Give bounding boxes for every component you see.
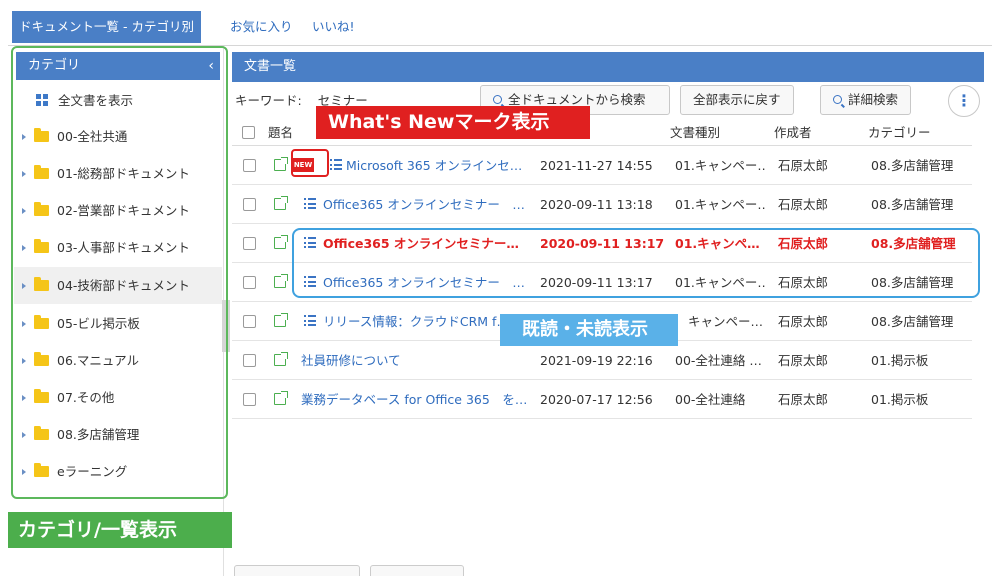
read-unread-highlight-box <box>292 228 980 298</box>
row-checkbox[interactable] <box>243 198 256 211</box>
category-cell: 01.掲示板 <box>871 392 929 407</box>
open-external-icon[interactable] <box>274 391 288 405</box>
tab-document-list-by-category[interactable]: ドキュメント一覧 - カテゴリ別 <box>12 11 201 43</box>
open-external-icon[interactable] <box>274 313 288 327</box>
author-cell: 石原太郎 <box>778 392 829 407</box>
date-cell: 2020-07-17 12:56 <box>540 392 653 407</box>
whats-new-annotation: What's Newマーク表示 <box>316 106 590 139</box>
column-category[interactable]: カテゴリー <box>868 120 931 146</box>
reset-view-label: 全部表示に戻す <box>693 92 781 107</box>
category-cell: 08.多店舗管理 <box>871 314 954 329</box>
type-cell: 00-全社連絡 … <box>675 353 762 368</box>
author-cell: 石原太郎 <box>778 197 829 212</box>
reset-view-button[interactable]: 全部表示に戻す <box>680 85 794 115</box>
tab-likes[interactable]: いいね! <box>306 11 361 43</box>
open-external-icon[interactable] <box>274 352 288 366</box>
search-icon <box>493 95 502 104</box>
table-row[interactable]: 社員研修について 2021-09-19 22:16 00-全社連絡 … 石原太郎… <box>232 341 972 380</box>
document-title-link[interactable]: Microsoft 365 オンラインセ… <box>346 146 528 185</box>
type-cell: 00-全社連絡 <box>675 392 746 407</box>
author-cell: 石原太郎 <box>778 158 829 173</box>
column-document-type[interactable]: 文書種別 <box>670 120 720 146</box>
table-row[interactable]: NEW Microsoft 365 オンラインセ… 2021-11-27 14:… <box>232 146 972 185</box>
row-checkbox[interactable] <box>243 276 256 289</box>
category-list-annotation: カテゴリ/一覧表示 <box>8 512 232 548</box>
list-icon <box>304 315 316 326</box>
document-title-link[interactable]: Office365 オンラインセミナー … <box>323 185 529 224</box>
row-checkbox[interactable] <box>243 237 256 250</box>
search-icon <box>833 95 842 104</box>
top-tab-bar: ドキュメント一覧 - カテゴリ別 お気に入り いいね! <box>8 8 992 46</box>
category-cell: 08.多店舗管理 <box>871 158 954 173</box>
list-icon <box>330 159 342 170</box>
keyword-label: キーワード: <box>235 93 302 108</box>
pagination-button[interactable] <box>234 565 360 576</box>
category-list-highlight-box <box>11 46 228 499</box>
search-all-label: 全ドキュメントから検索 <box>508 92 646 107</box>
date-cell: 2021-09-19 22:16 <box>540 353 653 368</box>
date-cell: 2021-11-27 14:55 <box>540 158 653 173</box>
new-badge-highlight-box <box>291 149 329 177</box>
column-title[interactable]: 題名 <box>268 120 293 146</box>
document-title-link[interactable]: 業務データベース for Office 365 を… <box>301 380 529 419</box>
row-checkbox[interactable] <box>243 393 256 406</box>
row-checkbox[interactable] <box>243 159 256 172</box>
advanced-search-button[interactable]: 詳細検索 <box>820 85 912 115</box>
open-external-icon[interactable] <box>274 235 288 249</box>
page: ドキュメント一覧 - カテゴリ別 お気に入り いいね! カテゴリ ‹ 全文書を表… <box>0 0 1000 576</box>
author-cell: 石原太郎 <box>778 353 829 368</box>
list-icon <box>304 198 316 209</box>
table-row[interactable]: 業務データベース for Office 365 を… 2020-07-17 12… <box>232 380 972 419</box>
type-cell: 01.キャンペー… <box>675 158 765 173</box>
open-external-icon[interactable] <box>274 196 288 210</box>
row-checkbox[interactable] <box>243 354 256 367</box>
date-cell: 2020-09-11 13:18 <box>540 197 653 212</box>
type-cell: キャンペー… <box>688 314 764 329</box>
open-external-icon[interactable] <box>274 157 288 171</box>
row-checkbox[interactable] <box>243 315 256 328</box>
category-cell: 08.多店舗管理 <box>871 197 954 212</box>
pagination-button[interactable] <box>370 565 464 576</box>
more-options-icon[interactable]: ⋮ <box>948 85 980 117</box>
tab-favorites[interactable]: お気に入り <box>224 11 299 43</box>
document-list-header: 文書一覧 <box>232 52 984 82</box>
column-author[interactable]: 作成者 <box>774 120 812 146</box>
document-title-link[interactable]: リリース情報：クラウドCRM f… <box>323 302 503 341</box>
document-title-link[interactable]: 社員研修について <box>301 341 501 380</box>
category-cell: 01.掲示板 <box>871 353 929 368</box>
read-unread-annotation: 既読・未読表示 <box>500 314 678 346</box>
author-cell: 石原太郎 <box>778 314 829 329</box>
select-all-checkbox[interactable] <box>242 126 255 139</box>
open-external-icon[interactable] <box>274 274 288 288</box>
table-row[interactable]: Office365 オンラインセミナー … 2020-09-11 13:18 0… <box>232 185 972 224</box>
type-cell: 01.キャンペー… <box>675 197 765 212</box>
advanced-search-label: 詳細検索 <box>848 92 899 107</box>
